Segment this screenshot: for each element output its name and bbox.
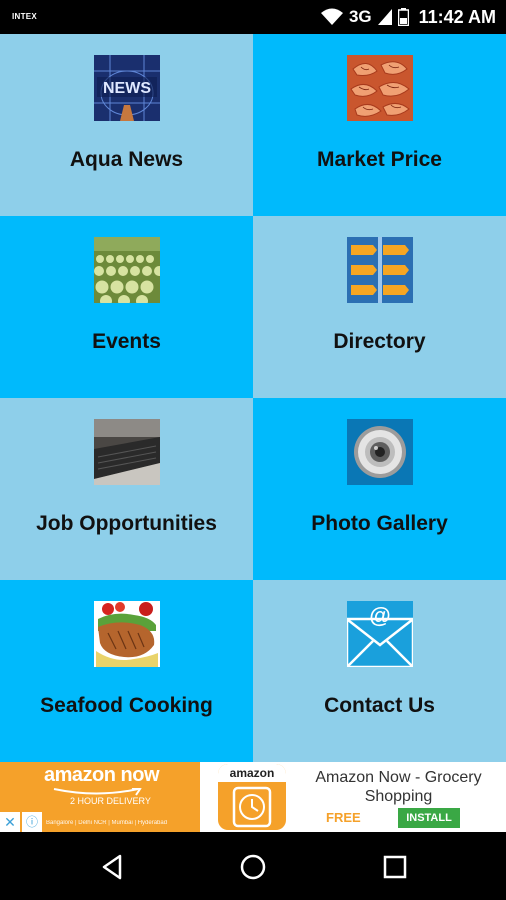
clock: 11:42 AM	[418, 6, 496, 27]
svg-text:@: @	[369, 603, 390, 628]
ad-install-button[interactable]: INSTALL	[398, 808, 460, 828]
tile-label: Market Price	[317, 148, 442, 171]
shrimp-icon	[346, 55, 413, 121]
ad-banner[interactable]: amazon now 2 HOUR DELIVERY Bangalore | D…	[0, 762, 506, 832]
status-bar: INTEX 3G 11:42 AM	[0, 0, 506, 34]
menu-tile-contact-us[interactable]: @ Contact Us	[253, 580, 506, 762]
wifi-icon	[320, 8, 343, 25]
back-icon[interactable]	[98, 852, 128, 882]
ad-info-icon[interactable]: ⓘ	[22, 812, 42, 832]
camera-lens-icon	[346, 419, 413, 485]
menu-tile-photo-gallery[interactable]: Photo Gallery	[253, 398, 506, 580]
amazon-smile-icon	[53, 788, 142, 796]
battery-icon	[397, 8, 409, 26]
recents-icon[interactable]	[380, 852, 410, 882]
ad-cities: Bangalore | Delhi NCR | Mumbai | Hyderab…	[46, 820, 168, 826]
menu-tile-events[interactable]: Events	[0, 216, 253, 398]
carrier-label: INTEX	[12, 12, 38, 21]
ad-subtitle: 2 HOUR DELIVERY	[70, 796, 151, 806]
ad-brand-logo: amazon now	[44, 764, 160, 786]
tile-label: Seafood Cooking	[40, 694, 213, 717]
menu-tile-aqua-news[interactable]: NEWS Aqua News	[0, 34, 253, 216]
tile-label: Aqua News	[69, 148, 184, 171]
tile-label: Photo Gallery	[311, 512, 448, 535]
signal-icon	[377, 9, 392, 25]
email-icon: @	[346, 601, 413, 667]
tile-label: Job Opportunities	[36, 512, 217, 535]
ad-close-icon[interactable]: ✕	[0, 812, 20, 832]
tile-label: Contact Us	[324, 694, 435, 717]
events-icon	[93, 237, 160, 303]
ad-price: FREE	[326, 810, 361, 825]
ad-app-brand: amazon	[218, 764, 286, 782]
ad-app-icon[interactable]: amazon	[218, 764, 286, 830]
ad-title: Amazon Now - Grocery Shopping	[315, 769, 482, 805]
svg-text:NEWS: NEWS	[103, 80, 151, 97]
tile-label: Events	[92, 330, 161, 353]
clock-icon	[232, 786, 272, 828]
menu-tile-seafood-cooking[interactable]: Seafood Cooking	[0, 580, 253, 762]
menu-tile-job-opportunities[interactable]: Job Opportunities	[0, 398, 253, 580]
tile-label: Directory	[333, 330, 426, 353]
status-icons: 3G 11:42 AM	[320, 0, 496, 34]
seafood-dish-icon	[93, 601, 160, 667]
directory-icon	[346, 237, 413, 303]
network-type-label: 3G	[348, 7, 372, 26]
news-icon: NEWS	[93, 55, 160, 121]
home-icon[interactable]	[238, 852, 268, 882]
menu-grid: NEWS Aqua News Market Price Events Direc…	[0, 34, 506, 762]
navigation-bar	[0, 832, 506, 900]
laptop-icon	[93, 419, 160, 485]
menu-tile-directory[interactable]: Directory	[253, 216, 506, 398]
menu-tile-market-price[interactable]: Market Price	[253, 34, 506, 216]
